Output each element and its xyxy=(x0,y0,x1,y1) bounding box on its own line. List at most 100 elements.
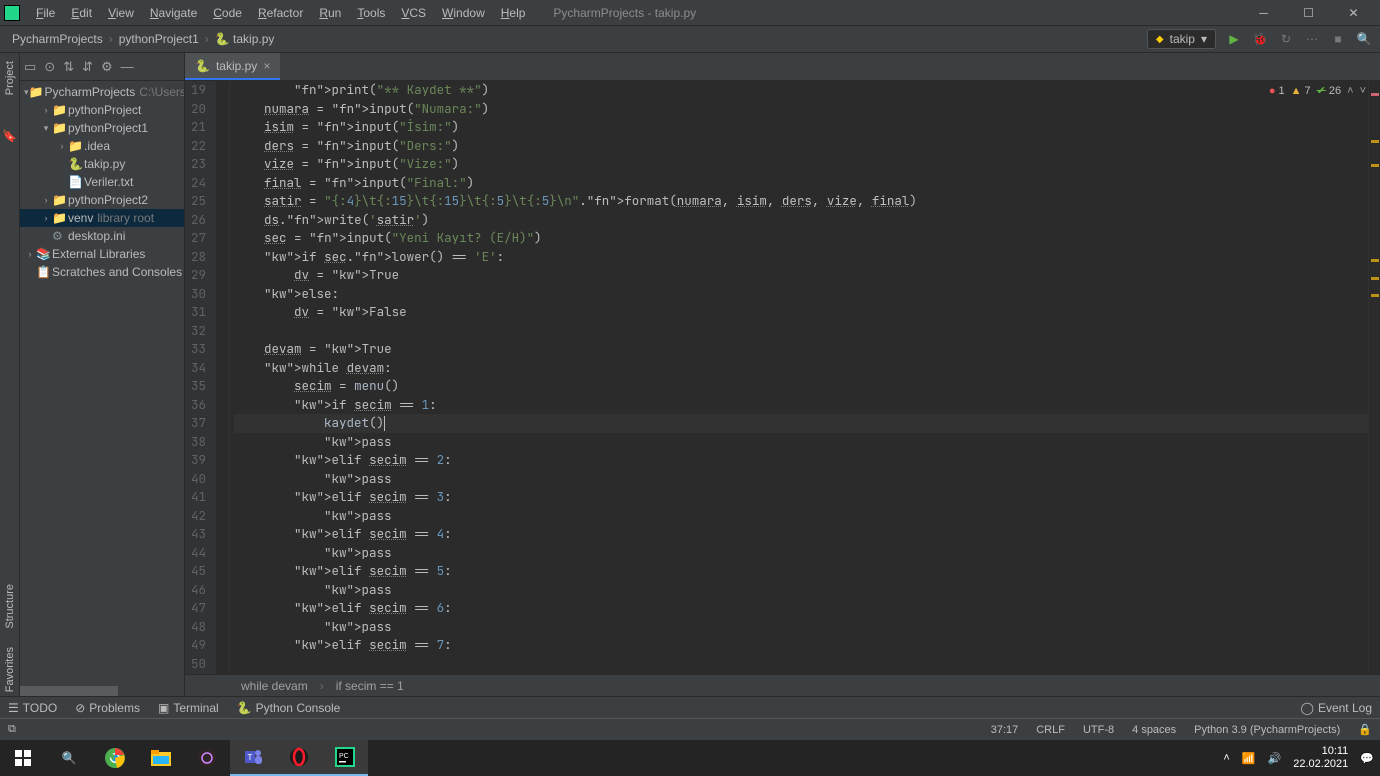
breadcrumb-segment[interactable]: if secim == 1 xyxy=(336,679,404,693)
breadcrumb-segment[interactable]: while devam xyxy=(241,679,308,693)
notifications-icon[interactable]: 💬 xyxy=(1360,752,1374,765)
menu-file[interactable]: File xyxy=(28,6,63,20)
pycharm-app[interactable]: PC xyxy=(322,740,368,776)
interpreter[interactable]: Python 3.9 (PycharmProjects) xyxy=(1194,724,1340,736)
close-tab-icon[interactable]: × xyxy=(263,59,270,73)
stop-button[interactable]: ■ xyxy=(1330,32,1346,46)
favorites-tool-tab[interactable]: Favorites xyxy=(4,643,16,696)
volume-icon[interactable]: 🔊 xyxy=(1268,752,1282,765)
code-line-41[interactable]: "kw">elif secim == 3: xyxy=(234,488,1368,507)
code-line-47[interactable]: "kw">elif secim == 6: xyxy=(234,599,1368,618)
minimize-button[interactable]: ─ xyxy=(1241,0,1286,26)
terminal-tab[interactable]: ▣ Terminal xyxy=(158,701,219,715)
tree-item[interactable]: 📋Scratches and Consoles xyxy=(20,263,184,281)
code-line-25[interactable]: satir = "{:4}\t{:15}\t{:15}\t{:5}\t{:5}\… xyxy=(234,192,1368,211)
explorer-app[interactable] xyxy=(138,740,184,776)
status-icon[interactable]: ⧉ xyxy=(8,723,16,736)
indent[interactable]: 4 spaces xyxy=(1132,724,1176,736)
code-line-27[interactable]: sec = "fn">input("Yeni Kayıt? (E/H)") xyxy=(234,229,1368,248)
run-button[interactable]: ▶ xyxy=(1226,32,1242,46)
code-line-46[interactable]: "kw">pass xyxy=(234,581,1368,600)
code-line-34[interactable]: "kw">while devam: xyxy=(234,359,1368,378)
menu-navigate[interactable]: Navigate xyxy=(142,6,205,20)
code-editor[interactable]: "fn">print("** Kaydet **") numara = "fn"… xyxy=(230,81,1368,674)
breadcrumb-segment[interactable]: PycharmProjects xyxy=(8,32,107,46)
code-line-32[interactable] xyxy=(234,322,1368,341)
code-line-42[interactable]: "kw">pass xyxy=(234,507,1368,526)
code-line-35[interactable]: secim = menu() xyxy=(234,377,1368,396)
code-line-30[interactable]: "kw">else: xyxy=(234,285,1368,304)
code-line-38[interactable]: "kw">pass xyxy=(234,433,1368,452)
code-line-21[interactable]: isim = "fn">input("İsim:") xyxy=(234,118,1368,137)
chevron-up-icon[interactable]: ˄ xyxy=(1347,85,1353,97)
error-stripe[interactable] xyxy=(1368,81,1380,674)
code-line-26[interactable]: ds."fn">write('satir') xyxy=(234,211,1368,230)
run-config-selector[interactable]: ◆ takip ▾ xyxy=(1147,29,1216,49)
tree-item[interactable]: 🐍takip.py xyxy=(20,155,184,173)
breadcrumb-segment[interactable]: 🐍 takip.py xyxy=(211,32,279,46)
tree-item[interactable]: ›📁pythonProject2 xyxy=(20,191,184,209)
expand-all-icon[interactable]: ⇅ xyxy=(63,59,74,75)
menu-code[interactable]: Code xyxy=(205,6,250,20)
opera-app[interactable] xyxy=(276,740,322,776)
menu-help[interactable]: Help xyxy=(493,6,534,20)
tree-item[interactable]: ▾📁pythonProject1 xyxy=(20,119,184,137)
hide-icon[interactable]: — xyxy=(121,59,134,74)
tree-item[interactable]: ›📚External Libraries xyxy=(20,245,184,263)
chevron-down-icon[interactable]: ˅ xyxy=(1360,85,1366,97)
code-line-20[interactable]: numara = "fn">input("Numara:") xyxy=(234,100,1368,119)
bookmarks-icon[interactable]: 🔖 xyxy=(2,129,17,143)
menu-refactor[interactable]: Refactor xyxy=(250,6,311,20)
project-tool-tab[interactable]: Project xyxy=(4,57,16,99)
python-console-tab[interactable]: 🐍 Python Console xyxy=(237,701,341,715)
code-line-49[interactable]: "kw">elif secim == 7: xyxy=(234,636,1368,655)
code-line-23[interactable]: vize = "fn">input("Vize:") xyxy=(234,155,1368,174)
maximize-button[interactable]: ☐ xyxy=(1286,0,1331,26)
code-line-45[interactable]: "kw">elif secim == 5: xyxy=(234,562,1368,581)
breadcrumb-segment[interactable]: pythonProject1 xyxy=(115,32,203,46)
code-line-43[interactable]: "kw">elif secim == 4: xyxy=(234,525,1368,544)
fold-gutter[interactable] xyxy=(216,81,230,674)
event-log-tab[interactable]: ◯ Event Log xyxy=(1301,701,1372,715)
code-line-22[interactable]: ders = "fn">input("Ders:") xyxy=(234,137,1368,156)
menu-vcs[interactable]: VCS xyxy=(393,6,434,20)
run-with-coverage-button[interactable]: ↻ xyxy=(1278,32,1294,46)
code-line-39[interactable]: "kw">elif secim == 2: xyxy=(234,451,1368,470)
tree-item[interactable]: ›📁.idea xyxy=(20,137,184,155)
start-button[interactable] xyxy=(0,740,46,776)
teams-app[interactable]: T xyxy=(230,740,276,776)
settings-icon[interactable]: ⚙ xyxy=(101,59,113,75)
code-line-28[interactable]: "kw">if sec."fn">lower() == 'E': xyxy=(234,248,1368,267)
menu-edit[interactable]: Edit xyxy=(63,6,100,20)
inspection-widget[interactable]: 1 7 26 ˄ ˅ xyxy=(1269,84,1366,97)
code-line-31[interactable]: dv = "kw">False xyxy=(234,303,1368,322)
tree-item[interactable]: 📄Veriler.txt xyxy=(20,173,184,191)
select-opened-icon[interactable]: ⊙ xyxy=(44,59,55,75)
tree-horizontal-scrollbar[interactable] xyxy=(20,686,184,696)
tree-item[interactable]: ›📁pythonProject xyxy=(20,101,184,119)
line-number-gutter[interactable]: 1920212223242526272829303132333435363738… xyxy=(185,81,216,674)
debug-button[interactable]: 🐞 xyxy=(1252,32,1268,46)
close-button[interactable]: ✕ xyxy=(1331,0,1376,26)
tree-item[interactable]: ›📁venvlibrary root xyxy=(20,209,184,227)
code-line-50[interactable] xyxy=(234,655,1368,674)
collapse-all-icon[interactable]: ⇵ xyxy=(82,59,93,75)
code-line-48[interactable]: "kw">pass xyxy=(234,618,1368,637)
tray-chevron-icon[interactable]: ˄ xyxy=(1223,752,1229,764)
code-line-29[interactable]: dv = "kw">True xyxy=(234,266,1368,285)
wifi-icon[interactable]: 📶 xyxy=(1242,752,1256,765)
code-line-44[interactable]: "kw">pass xyxy=(234,544,1368,563)
menu-window[interactable]: Window xyxy=(434,6,493,20)
code-line-40[interactable]: "kw">pass xyxy=(234,470,1368,489)
code-line-36[interactable]: "kw">if secim == 1: xyxy=(234,396,1368,415)
menu-tools[interactable]: Tools xyxy=(349,6,393,20)
attach-button[interactable]: ⋯ xyxy=(1304,32,1320,46)
line-separator[interactable]: CRLF xyxy=(1036,724,1065,736)
code-line-19[interactable]: "fn">print("** Kaydet **") xyxy=(234,81,1368,100)
editor-tab-takip[interactable]: 🐍 takip.py × xyxy=(185,53,280,80)
search-button[interactable]: 🔍 xyxy=(46,740,92,776)
caret-position[interactable]: 37:17 xyxy=(991,724,1019,736)
lock-icon[interactable]: 🔒 xyxy=(1358,723,1372,736)
search-everywhere-button[interactable]: 🔍 xyxy=(1356,32,1372,46)
code-line-24[interactable]: final = "fn">input("Final:") xyxy=(234,174,1368,193)
